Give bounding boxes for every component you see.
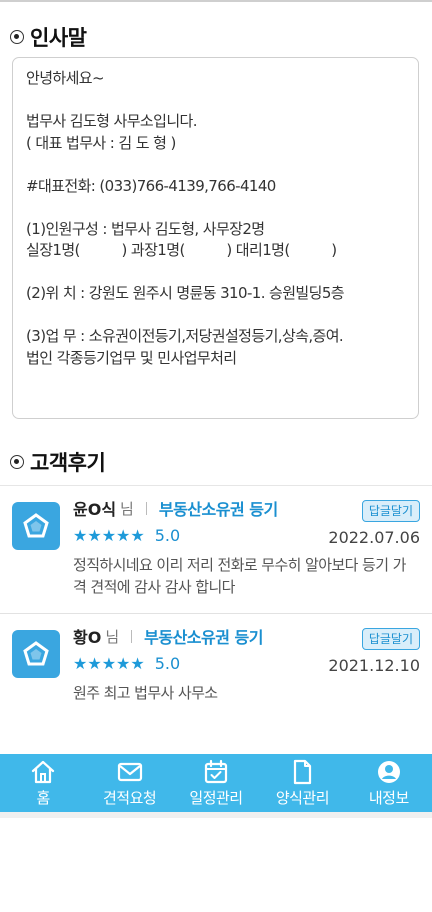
star-icon: ★	[101, 653, 117, 673]
review-item: 황O 님 부동산소유권 등기 답글달기 ★ ★ ★ ★ ★ 5.0 2021.1…	[0, 614, 432, 716]
greeting-title: 인사말	[30, 26, 87, 50]
greeting-line: (3)업 무 : 소유권이전등기,저당권설정등기,상속,증여.	[26, 327, 344, 345]
greeting-box: 안녕하세요~ 법무사 김도형 사무소입니다. ( 대표 법무사 : 김 도 형 …	[12, 57, 419, 419]
home-icon	[32, 760, 55, 783]
review-text: 원주 최고 법무사 사무소	[73, 684, 218, 702]
greeting-line: 법인 각종등기업무 및 민사업무처리	[26, 348, 237, 367]
pentagon-logo-icon	[23, 513, 49, 538]
nav-schedule-label: 일정관리	[189, 788, 243, 807]
greeting-line	[26, 305, 405, 327]
greeting-line	[26, 154, 405, 176]
mail-icon	[117, 762, 142, 781]
star-icon: ★	[130, 653, 145, 673]
star-icon: ★	[87, 653, 102, 673]
top-divider	[0, 0, 432, 2]
bullet-icon	[10, 455, 24, 469]
star-icon: ★	[101, 525, 117, 545]
review-header: 황O 님 부동산소유권 등기	[73, 624, 263, 648]
nav-shadow	[0, 812, 432, 818]
reviewer-name: 윤O식	[73, 500, 117, 519]
nav-my-info-label: 내정보	[368, 788, 409, 807]
greeting-location-line: (2)위 치 : 강원도 원주시 명륜동 310-1. 승원빌딩5층	[26, 284, 345, 302]
avatar	[12, 502, 60, 550]
bottom-nav: 홈 견적요청 일정관리 양식관리 내정보	[0, 754, 432, 812]
nav-home-label: 홈	[36, 788, 51, 807]
nav-my-info[interactable]: 내정보	[346, 754, 432, 812]
greeting-line: ( 대표 법무사 : 김 도 형 )	[26, 133, 176, 152]
review-header: 윤O식 님 부동산소유권 등기	[73, 496, 278, 520]
nav-forms[interactable]: 양식관리	[259, 754, 345, 812]
nav-forms-label: 양식관리	[275, 788, 330, 807]
nav-home[interactable]: 홈	[0, 754, 86, 812]
star-icon: ★	[116, 653, 131, 673]
reviews-title: 고객후기	[30, 451, 106, 475]
review-date: 2022.07.06	[328, 528, 420, 547]
greeting-phone-line: #대표전화: (033)766-4139,766-4140	[26, 176, 276, 195]
nav-schedule[interactable]: 일정관리	[173, 754, 259, 812]
review-item: 윤O식 님 부동산소유권 등기 답글달기 ★ ★ ★ ★ ★ 5.0 2022.…	[0, 486, 432, 614]
nav-quote-request-label: 견적요청	[103, 788, 157, 807]
review-text: 정직하시네요 이리 저리 전화로 무수히 알아보다 등기 가격 견적에 감사 감…	[73, 556, 406, 596]
pentagon-logo-icon	[23, 641, 49, 666]
review-date: 2021.12.10	[328, 656, 420, 675]
rating-score: 5.0	[154, 654, 181, 673]
reviewer-name: 황O	[73, 628, 102, 647]
honorific: 님	[120, 499, 134, 518]
star-icon: ★	[116, 525, 131, 545]
honorific: 님	[105, 627, 120, 646]
service-name[interactable]: 부동산소유권 등기	[144, 624, 263, 648]
bullet-icon	[10, 30, 24, 44]
greeting-line: (1)인원구성 : 법무사 김도형, 사무장2명	[26, 219, 265, 238]
separator	[145, 501, 147, 515]
separator	[131, 629, 133, 643]
star-icon: ★	[130, 525, 145, 545]
rating-stars: ★ ★ ★ ★ ★ 5.0	[73, 654, 180, 673]
reply-button[interactable]: 답글달기	[361, 628, 420, 650]
nav-quote-request[interactable]: 견적요청	[86, 754, 172, 812]
service-name[interactable]: 부동산소유권 등기	[159, 496, 278, 520]
avatar	[12, 630, 60, 678]
reviews-section-header: 고객후기	[10, 447, 106, 477]
greeting-section-header: 인사말	[10, 22, 87, 52]
greeting-line: 법무사 김도형 사무소입니다.	[26, 112, 198, 130]
greeting-line	[26, 90, 405, 112]
greeting-line	[26, 197, 405, 219]
document-icon	[294, 759, 312, 784]
user-icon	[377, 760, 400, 783]
star-icon: ★	[87, 525, 102, 545]
rating-score: 5.0	[154, 526, 181, 545]
star-icon: ★	[73, 653, 88, 673]
reply-button[interactable]: 답글달기	[361, 500, 420, 522]
greeting-line: 실장1명( ) 과장1명( ) 대리1명( )	[26, 241, 337, 259]
star-icon: ★	[73, 525, 88, 545]
calendar-icon	[204, 759, 228, 783]
greeting-line	[26, 262, 405, 284]
rating-stars: ★ ★ ★ ★ ★ 5.0	[73, 526, 180, 545]
greeting-line: 안녕하세요~	[26, 69, 105, 87]
